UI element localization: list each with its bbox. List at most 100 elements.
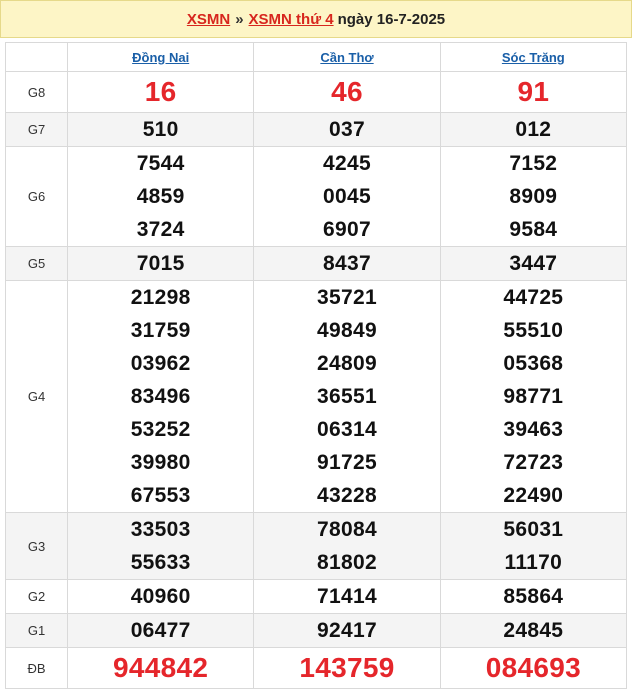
table-header-row: Đồng Nai Cần Thơ Sóc Trăng xyxy=(5,42,628,72)
prize-cell: 037 xyxy=(253,112,441,147)
results-table: Đồng Nai Cần Thơ Sóc Trăng G8 16 46 91 G7 510… xyxy=(5,42,628,689)
prize-rows: G8 16 46 91 G7 510 037 012 G6 7544 4859 3724 4245 004… xyxy=(5,71,628,689)
prize-number: 67553 xyxy=(130,484,191,507)
breadcrumb: XSMN » XSMN thứ 4 ngày 16-7-2025 xyxy=(0,0,632,38)
prize-label: G4 xyxy=(5,280,68,513)
prize-number: 3724 xyxy=(136,218,185,241)
prize-number: 0045 xyxy=(323,185,371,208)
table-row: G5 7015 8437 3447 xyxy=(5,246,628,281)
prize-number: 43228 xyxy=(317,484,377,507)
prize-number: 91 xyxy=(517,76,550,107)
prize-number: 85864 xyxy=(503,585,564,608)
prize-cell: 71414 xyxy=(253,579,441,614)
prize-number: 22490 xyxy=(503,484,564,507)
prize-number: 4859 xyxy=(136,185,185,208)
prize-number: 7015 xyxy=(136,252,185,275)
prize-number: 83496 xyxy=(130,385,191,408)
prize-number: 11170 xyxy=(504,551,563,574)
prize-cell: 3447 xyxy=(439,246,628,281)
prize-number: 944842 xyxy=(113,652,209,683)
prize-number: 06314 xyxy=(317,418,377,441)
prize-number: 012 xyxy=(515,118,552,141)
table-row: G4 21298 31759 03962 83496 53252 39980 67553 357… xyxy=(5,280,628,513)
table-row: G3 33503 55633 78084 81802 56031 11170 xyxy=(5,512,628,580)
prize-cell: 084693 xyxy=(439,647,628,689)
prize-number: 53252 xyxy=(130,418,191,441)
prize-number: 16 xyxy=(144,76,177,107)
prize-cell: 46 xyxy=(253,71,441,113)
prize-number: 55510 xyxy=(503,319,564,342)
prize-label: G6 xyxy=(5,146,68,247)
prize-cell: 510 xyxy=(66,112,255,147)
prize-number: 084693 xyxy=(485,652,581,683)
prize-cell: 4245 0045 6907 xyxy=(253,146,441,247)
prize-number: 49849 xyxy=(317,319,377,342)
prize-number: 7152 xyxy=(509,152,558,175)
prize-cell: 35721 49849 24809 36551 06314 91725 43228 xyxy=(253,280,441,513)
prize-number: 21298 xyxy=(130,286,191,309)
prize-label: G8 xyxy=(5,71,68,113)
prize-number: 05368 xyxy=(503,352,564,375)
prize-number: 31759 xyxy=(130,319,191,342)
page-date: ngày 16-7-2025 xyxy=(337,10,446,28)
prize-number: 46 xyxy=(331,76,363,107)
breadcrumb-separator: » xyxy=(235,10,244,28)
breadcrumb-link-xsmn-thu4[interactable]: XSMN thứ 4 xyxy=(249,11,334,28)
table-row: G7 510 037 012 xyxy=(5,112,628,147)
prize-cell: 78084 81802 xyxy=(253,512,441,580)
header-empty-cell xyxy=(5,42,68,72)
prize-number: 39463 xyxy=(503,418,564,441)
prize-number: 81802 xyxy=(317,551,377,574)
table-row: ĐB 944842 143759 084693 xyxy=(5,647,628,689)
province-header: Đồng Nai xyxy=(66,42,255,72)
table-row: G8 16 46 91 xyxy=(5,71,628,113)
prize-number: 06477 xyxy=(130,619,191,642)
prize-number: 40960 xyxy=(130,585,191,608)
prize-cell: 85864 xyxy=(439,579,628,614)
prize-number: 9584 xyxy=(509,218,558,241)
prize-label: ĐB xyxy=(5,647,68,689)
prize-number: 24845 xyxy=(503,619,564,642)
prize-cell: 21298 31759 03962 83496 53252 39980 67553 xyxy=(66,280,255,513)
prize-cell: 7015 xyxy=(66,246,255,281)
prize-number: 71414 xyxy=(317,585,377,608)
prize-cell: 7544 4859 3724 xyxy=(66,146,255,247)
prize-number: 98771 xyxy=(503,385,564,408)
results-page: XSMN » XSMN thứ 4 ngày 16-7-2025 Đồng Na… xyxy=(0,0,632,693)
prize-number: 39980 xyxy=(130,451,191,474)
prize-cell: 91 xyxy=(439,71,628,113)
prize-cell: 143759 xyxy=(253,647,441,689)
prize-number: 510 xyxy=(142,118,179,141)
prize-label: G7 xyxy=(5,112,68,147)
prize-number: 143759 xyxy=(299,652,395,683)
prize-cell: 8437 xyxy=(253,246,441,281)
province-link-2[interactable]: Sóc Trăng xyxy=(502,50,565,65)
prize-cell: 24845 xyxy=(439,613,628,648)
prize-cell: 33503 55633 xyxy=(66,512,255,580)
province-link-1[interactable]: Cần Thơ xyxy=(320,50,373,65)
prize-cell: 40960 xyxy=(66,579,255,614)
breadcrumb-link-xsmn[interactable]: XSMN xyxy=(187,11,230,28)
province-link-0[interactable]: Đồng Nai xyxy=(132,50,189,65)
table-row: G2 40960 71414 85864 xyxy=(5,579,628,614)
prize-cell: 56031 11170 xyxy=(439,512,628,580)
prize-cell: 012 xyxy=(439,112,628,147)
prize-number: 4245 xyxy=(323,152,371,175)
province-header: Sóc Trăng xyxy=(439,42,628,72)
prize-number: 72723 xyxy=(503,451,564,474)
prize-label: G5 xyxy=(5,246,68,281)
table-row: G6 7544 4859 3724 4245 0045 6907 7152 8909 9584 xyxy=(5,146,628,247)
prize-number: 55633 xyxy=(130,551,191,574)
province-header: Cần Thơ xyxy=(253,42,441,72)
prize-cell: 944842 xyxy=(66,647,255,689)
prize-number: 91725 xyxy=(317,451,377,474)
prize-number: 6907 xyxy=(323,218,371,241)
prize-number: 36551 xyxy=(317,385,377,408)
prize-number: 7544 xyxy=(136,152,185,175)
prize-number: 037 xyxy=(329,118,365,141)
prize-cell: 92417 xyxy=(253,613,441,648)
prize-cell: 7152 8909 9584 xyxy=(439,146,628,247)
prize-label: G2 xyxy=(5,579,68,614)
prize-number: 03962 xyxy=(130,352,191,375)
prize-label: G3 xyxy=(5,512,68,580)
